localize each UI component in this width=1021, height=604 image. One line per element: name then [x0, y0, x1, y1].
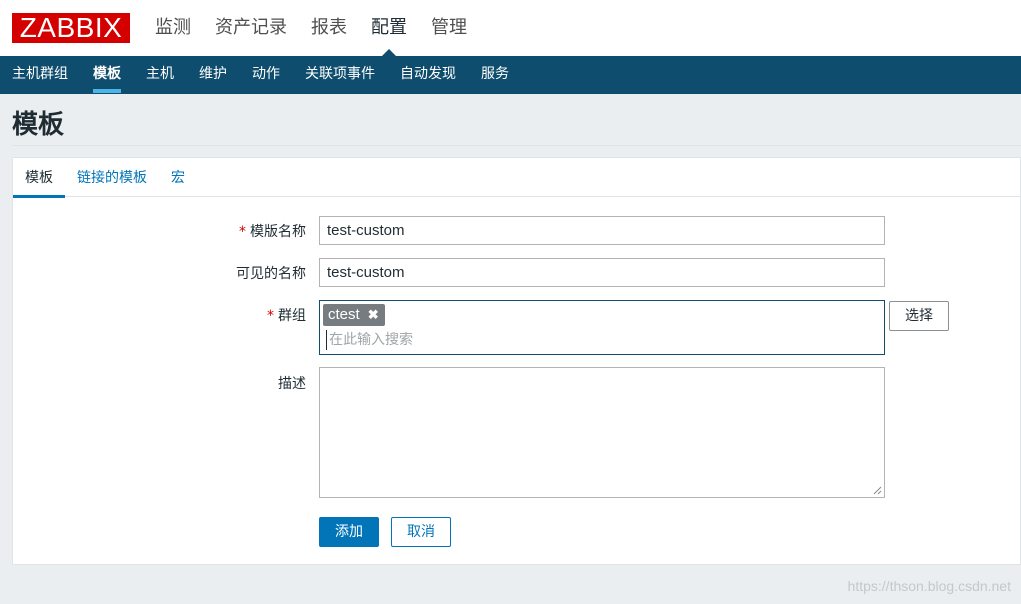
menu-item-reports[interactable]: 报表 — [311, 0, 347, 56]
subnav-item-event-correlation[interactable]: 关联项事件 — [305, 56, 375, 94]
subnav-item-templates[interactable]: 模板 — [93, 56, 121, 94]
sub-navigation: 主机群组 模板 主机 维护 动作 关联项事件 自动发现 服务 — [0, 56, 1021, 94]
groups-search-input[interactable]: 在此输入搜索 — [326, 330, 413, 350]
groups-label-text: 群组 — [278, 308, 306, 324]
description-label: 描述 — [278, 376, 306, 392]
visible-name-input[interactable]: test-custom — [319, 258, 885, 287]
template-form-card: 模板 链接的模板 宏 * 模版名称 test-custom 可见的名称 test-… — [12, 157, 1021, 565]
subnav-item-discovery[interactable]: 自动发现 — [400, 56, 456, 94]
visible-name-label: 可见的名称 — [236, 266, 306, 282]
groups-label: * 群组 — [267, 305, 306, 325]
subnav-item-services[interactable]: 服务 — [481, 56, 509, 94]
watermark: https://thson.blog.csdn.net — [847, 578, 1011, 594]
template-name-label-text: 模版名称 — [250, 224, 306, 240]
group-chip-label: ctest — [328, 306, 360, 323]
subnav-item-hosts[interactable]: 主机 — [146, 56, 174, 94]
template-name-label: * 模版名称 — [239, 221, 306, 241]
menu-item-administration[interactable]: 管理 — [431, 0, 467, 56]
title-divider — [12, 145, 1021, 146]
main-menu: 监测 资产记录 报表 配置 管理 — [155, 0, 491, 56]
template-name-input[interactable]: test-custom — [319, 216, 885, 245]
tab-macros[interactable]: 宏 — [159, 158, 197, 197]
page-title: 模板 — [12, 110, 65, 140]
tab-template[interactable]: 模板 — [13, 158, 65, 198]
description-textarea[interactable] — [319, 367, 885, 498]
subnav-item-actions[interactable]: 动作 — [252, 56, 280, 94]
subnav-item-maintenance[interactable]: 维护 — [199, 56, 227, 94]
remove-chip-icon[interactable]: ✖ — [368, 304, 379, 326]
group-chip: ctest ✖ — [323, 304, 385, 326]
subnav-item-host-groups[interactable]: 主机群组 — [12, 56, 68, 94]
required-mark: * — [239, 224, 246, 240]
groups-multiselect[interactable]: ctest ✖ 在此输入搜索 — [319, 300, 885, 355]
top-header: ZABBIX 监测 资产记录 报表 配置 管理 — [0, 0, 1021, 56]
tab-bar: 模板 链接的模板 宏 — [13, 158, 1020, 198]
add-button[interactable]: 添加 — [319, 517, 379, 547]
menu-item-monitoring[interactable]: 监测 — [155, 0, 191, 56]
required-mark: * — [267, 308, 274, 324]
menu-item-configuration[interactable]: 配置 — [371, 0, 407, 56]
tab-linked-templates[interactable]: 链接的模板 — [65, 158, 159, 197]
menu-item-inventory[interactable]: 资产记录 — [215, 0, 287, 56]
cancel-button[interactable]: 取消 — [391, 517, 451, 547]
select-groups-button[interactable]: 选择 — [889, 301, 949, 331]
resize-grip-icon[interactable] — [873, 486, 882, 495]
zabbix-logo[interactable]: ZABBIX — [12, 13, 130, 43]
